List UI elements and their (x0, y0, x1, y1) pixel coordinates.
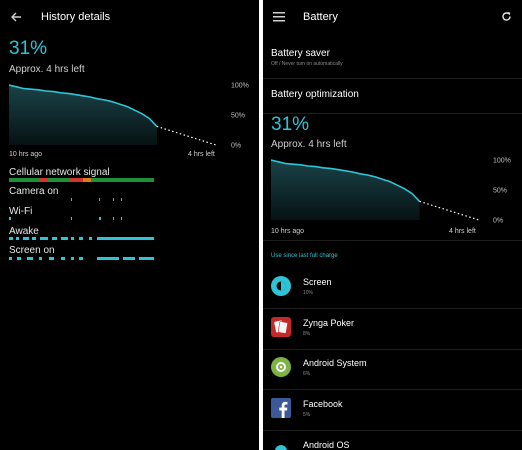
awake-activity-bar (9, 237, 154, 240)
battery-optimization-setting[interactable]: Battery optimization (263, 79, 522, 113)
y-tick-label: 100% (231, 83, 249, 90)
battery-screen: Battery Battery saver Off / Never turn o… (263, 0, 522, 450)
battery-usage-chart[interactable]: 100% 50% 0% (271, 154, 522, 226)
screen-on-activity-bar (9, 257, 154, 260)
y-tick-label: 0% (493, 218, 503, 225)
refresh-icon[interactable] (501, 11, 512, 22)
signal-label-cellular: Cellular network signal (9, 167, 110, 178)
back-arrow-icon[interactable] (10, 11, 22, 23)
battery-saver-setting[interactable]: Battery saver Off / Never turn on automa… (263, 40, 522, 78)
projected-battery-line (156, 125, 217, 146)
signal-label-screen: Screen on (9, 245, 55, 256)
chart-end-label: 4 hrs left (449, 228, 476, 235)
y-tick-label: 50% (231, 113, 245, 120)
app-name: Android System (303, 358, 367, 368)
app-usage-percent: 10% (303, 290, 314, 296)
signal-label-wifi: Wi-Fi (9, 206, 33, 217)
app-name: Android OS (303, 440, 350, 450)
chart-start-label: 10 hrs ago (9, 151, 43, 158)
battery-level-area (9, 85, 157, 145)
app-usage-row[interactable]: Zynga Poker 8% (263, 308, 522, 348)
battery-saver-title: Battery saver (271, 48, 330, 59)
battery-percent: 31% (271, 114, 310, 135)
app-usage-row[interactable]: Screen 10% (263, 267, 522, 307)
battery-optimization-title: Battery optimization (271, 89, 359, 100)
facebook-icon (271, 398, 291, 418)
y-tick-label: 50% (493, 188, 507, 195)
menu-icon[interactable] (273, 12, 285, 22)
divider (263, 240, 522, 241)
battery-percent: 31% (9, 38, 48, 59)
camera-activity-bar (71, 198, 122, 201)
signal-label-camera: Camera on (9, 186, 59, 197)
y-tick-label: 100% (493, 158, 511, 165)
zynga-poker-icon (271, 317, 291, 337)
app-usage-row[interactable]: Android System 6% (263, 348, 522, 388)
app-name: Screen (303, 277, 332, 287)
history-details-screen: History details 31% Approx. 4 hrs left 1… (0, 0, 259, 450)
wifi-activity-bar (9, 217, 122, 220)
android-system-icon (271, 357, 291, 377)
android-os-icon (275, 445, 287, 450)
projected-battery-line (419, 200, 480, 221)
page-title: Battery (303, 11, 338, 23)
battery-level-area (271, 160, 420, 220)
use-since-header: Use since last full charge (271, 253, 338, 259)
screen-brightness-icon (271, 276, 291, 296)
app-usage-percent: 8% (303, 331, 311, 337)
app-usage-percent: 6% (303, 371, 311, 377)
signal-label-awake: Awake (9, 226, 39, 237)
app-usage-percent: 5% (303, 412, 311, 418)
cellular-signal-bar (9, 178, 154, 182)
history-top-bar: History details (0, 0, 259, 34)
battery-history-chart: 100% 50% 0% (9, 83, 249, 150)
page-title: History details (41, 11, 111, 23)
app-usage-row[interactable]: Android OS (263, 430, 522, 450)
chart-start-label: 10 hrs ago (271, 228, 305, 235)
battery-saver-subtitle: Off / Never turn on automatically (271, 61, 343, 67)
battery-top-bar: Battery (263, 0, 522, 34)
y-tick-label: 0% (231, 143, 241, 150)
app-name: Zynga Poker (303, 318, 355, 328)
time-remaining: Approx. 4 hrs left (9, 64, 85, 75)
chart-end-label: 4 hrs left (188, 151, 215, 158)
time-remaining: Approx. 4 hrs left (271, 139, 347, 150)
app-usage-row[interactable]: Facebook 5% (263, 389, 522, 429)
app-name: Facebook (303, 399, 343, 409)
